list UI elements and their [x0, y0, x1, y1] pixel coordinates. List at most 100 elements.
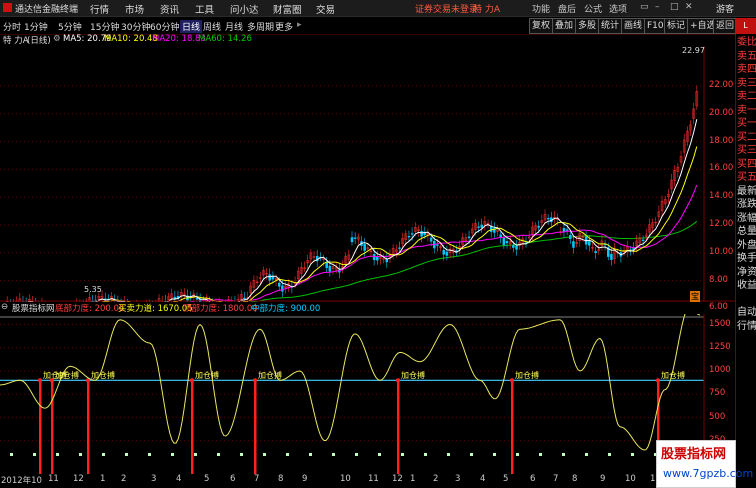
x-tick-label: 3 [151, 474, 156, 484]
level-badge: L [735, 18, 756, 34]
sidebar-item[interactable]: 买一 [737, 117, 756, 130]
ma5-line [4, 119, 697, 302]
menu-options[interactable]: 选项 [609, 2, 627, 15]
signal-label: 加仓搏 [195, 370, 219, 381]
sidebar-item[interactable]: 买二 [737, 131, 756, 144]
top-strength-label: 顶部力度: 1800.00 [183, 302, 258, 314]
period-1min[interactable]: 1分钟 [24, 20, 48, 33]
sidebar-item[interactable]: 涨跌 [737, 198, 756, 211]
watermark-title: 股票指标网 [661, 443, 726, 462]
back-button[interactable]: 返回 [713, 18, 737, 34]
x-tick-label: 10 [340, 474, 351, 484]
sidebar-item[interactable]: 买三 [737, 144, 756, 157]
sidebar-item[interactable]: 卖一 [737, 104, 756, 117]
period-intraday[interactable]: 分时 [3, 20, 21, 33]
candle-body [547, 218, 549, 219]
sidebar-item[interactable]: 卖三 [737, 77, 756, 90]
candle-body [269, 275, 271, 281]
period-more[interactable]: 更多 [275, 20, 293, 33]
bottom-strength-label: 底部力度: 200.00 [55, 302, 124, 314]
low-price-label: 5.35 [84, 285, 102, 294]
window-icon[interactable]: ▭ [640, 2, 649, 12]
period-monthly[interactable]: 月线 [225, 20, 243, 33]
x-tick-label: 1 [100, 474, 105, 484]
candle-body [569, 235, 571, 238]
period-multi[interactable]: 多周期 [247, 20, 274, 33]
y-tick-label: 1000 [709, 365, 731, 375]
maximize-icon[interactable]: □ [670, 2, 679, 12]
sidebar-item[interactable]: 总量 [737, 225, 756, 238]
sidebar-item[interactable]: 净资 [737, 266, 756, 279]
y-tick-label: 1250 [709, 342, 731, 352]
candle-body [272, 277, 274, 279]
signal-labels: 加仓搏加仓搏加仓搏加仓搏加仓搏加仓搏加仓搏加仓搏 [0, 314, 704, 474]
period-weekly[interactable]: 周线 [203, 20, 221, 33]
buysell-force-label: 买卖力道: 1670.05 [118, 302, 193, 314]
menu-function[interactable]: 功能 [532, 2, 550, 15]
sidebar-item[interactable]: 买四 [737, 158, 756, 171]
menu-tools[interactable]: 工具 [195, 2, 214, 16]
sidebar-item[interactable]: 委比 [737, 36, 756, 49]
x-tick-label: 8 [572, 474, 577, 484]
settings-icon[interactable]: ⚙ [53, 34, 61, 44]
menu-trade[interactable]: 交易 [316, 2, 335, 16]
period-daily[interactable]: 日线 [180, 20, 202, 33]
sidebar-item[interactable]: 卖五 [737, 50, 756, 63]
y-tick-label: 10.00 [709, 247, 733, 257]
menu-news[interactable]: 资讯 [160, 2, 179, 16]
sidebar-auto-item[interactable]: 行情 [737, 320, 756, 333]
period-30min[interactable]: 30分钟 [121, 20, 150, 33]
quan-marker[interactable]: 宝 [690, 291, 700, 302]
candle-body [398, 248, 400, 249]
x-tick-label: 3 [455, 474, 460, 484]
candle-body [436, 245, 438, 246]
mark-button[interactable]: 标记 [664, 18, 688, 34]
signal-label: 加仓搏 [91, 370, 115, 381]
more-chevron-icon[interactable]: ▸ [297, 20, 302, 30]
candle-body [538, 226, 540, 227]
overlay-button[interactable]: 叠加 [552, 18, 576, 34]
close-icon[interactable]: ✕ [685, 2, 693, 12]
sidebar-auto-item[interactable]: 自动 [737, 306, 756, 319]
menu-wealth[interactable]: 财富圈 [273, 2, 302, 16]
draw-line-button[interactable]: 画线 [621, 18, 645, 34]
candle-body [566, 230, 568, 231]
period-5min[interactable]: 5分钟 [58, 20, 82, 33]
multi-stock-button[interactable]: 多股 [575, 18, 599, 34]
candlestick-chart[interactable] [0, 46, 735, 302]
sidebar-item[interactable]: 买五 [737, 171, 756, 184]
sidebar-item[interactable]: 换手 [737, 252, 756, 265]
minimize-icon[interactable]: – [655, 2, 660, 12]
adjust-button[interactable]: 复权 [529, 18, 553, 34]
sidebar-item[interactable]: 外盘 [737, 239, 756, 252]
indicator-title-bar: ⊖ 股票指标网 底部力度: 200.00 买卖力道: 1670.05 顶部力度:… [0, 302, 735, 314]
period-60min[interactable]: 60分钟 [150, 20, 179, 33]
signal-label: 加仓搏 [515, 370, 539, 381]
menu-market[interactable]: 市场 [125, 2, 144, 16]
sidebar-item[interactable]: 最新 [737, 185, 756, 198]
sidebar-item[interactable]: 卖二 [737, 90, 756, 103]
indicator-name[interactable]: 股票指标网 [12, 302, 55, 314]
y-tick-label: 12.00 [709, 219, 733, 229]
menu-after-hours[interactable]: 盘后 [558, 2, 576, 15]
signal-label: 加仓搏 [55, 370, 79, 381]
period-15min[interactable]: 15分钟 [90, 20, 119, 33]
ma60-label: MA60: 14.26 [198, 34, 252, 44]
login-notice[interactable]: 证券交易未登录 [415, 2, 478, 15]
collapse-icon[interactable]: ⊖ [1, 302, 8, 312]
ma10-label: MA10: 20.48 [104, 34, 158, 44]
y-tick-label: 14.00 [709, 191, 733, 201]
sidebar-item[interactable]: 涨幅 [737, 212, 756, 225]
x-tick-label: 8 [278, 474, 283, 484]
signal-label: 加仓搏 [661, 370, 685, 381]
login-user[interactable]: 游客 [716, 2, 734, 15]
menu-quotes[interactable]: 行情 [90, 2, 109, 16]
x-tick-label: 5 [204, 474, 209, 484]
statistics-button[interactable]: 统计 [598, 18, 622, 34]
stock-name: 特 力A [3, 34, 29, 46]
sidebar-item[interactable]: 卖四 [737, 63, 756, 76]
menu-ask[interactable]: 问小达 [230, 2, 259, 16]
menu-formula[interactable]: 公式 [584, 2, 602, 15]
x-tick-label: 4 [176, 474, 181, 484]
sidebar-item[interactable]: 收益 [737, 279, 756, 292]
